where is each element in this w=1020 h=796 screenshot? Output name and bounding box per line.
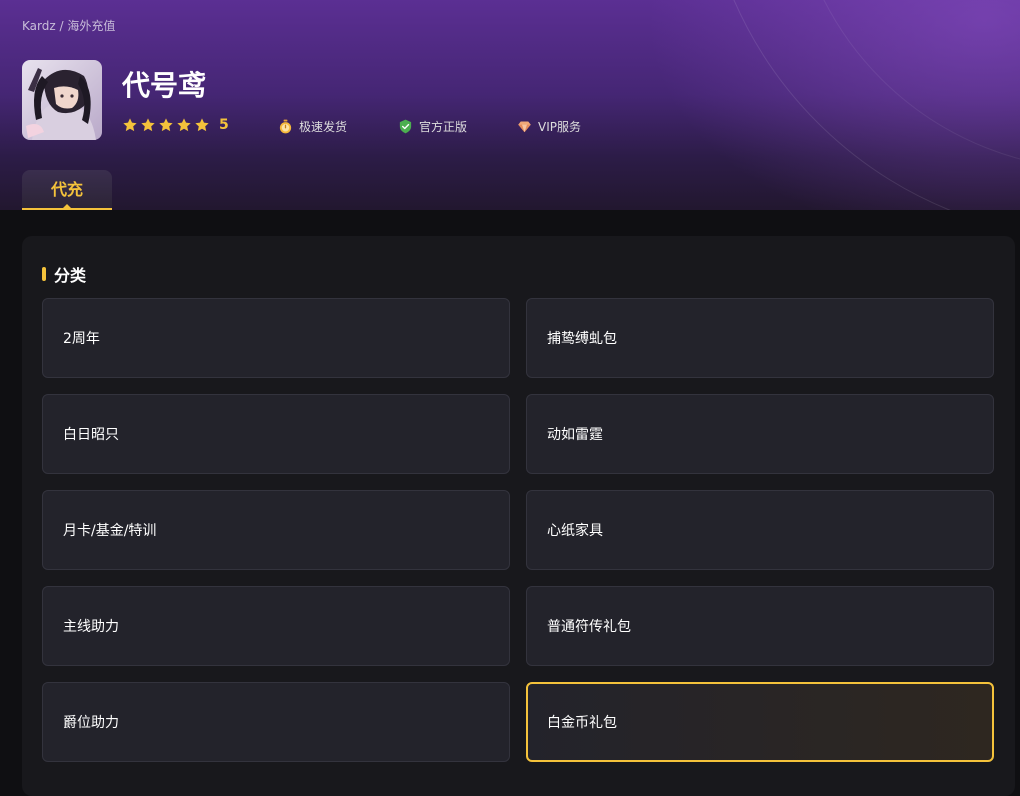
category-label: 爵位助力 [63, 715, 119, 731]
star-icon [123, 118, 137, 132]
category-label: 白金币礼包 [547, 715, 617, 731]
category-item[interactable]: 捕鸷缚虬包 [526, 298, 994, 378]
category-label: 普通符传礼包 [547, 619, 631, 635]
star-icon [177, 118, 191, 132]
star-icon [195, 118, 209, 132]
rating-value: 5 [219, 117, 229, 133]
category-label: 白日昭只 [63, 427, 119, 443]
section-title: 分类 [42, 262, 86, 286]
category-label: 主线助力 [63, 619, 119, 635]
category-label: 捕鸷缚虬包 [547, 331, 617, 347]
feature-fast-delivery: 极速发货 [278, 118, 347, 135]
category-item[interactable]: 普通符传礼包 [526, 586, 994, 666]
category-label: 动如雷霆 [547, 427, 603, 443]
category-label: 心纸家具 [547, 523, 603, 539]
game-avatar-art [22, 60, 102, 140]
category-item[interactable]: 白日昭只 [42, 394, 510, 474]
tab-active-indicator [63, 204, 71, 208]
feature-label: 极速发货 [299, 120, 348, 134]
category-panel: 分类 2周年 捕鸷缚虬包 白日昭只 动如雷霆 月卡/基金/特训 心纸家具 主线助… [22, 236, 1015, 796]
category-grid: 2周年 捕鸷缚虬包 白日昭只 动如雷霆 月卡/基金/特训 心纸家具 主线助力 普… [42, 298, 994, 762]
game-title: 代号鸢 [122, 69, 207, 102]
game-avatar [22, 60, 102, 140]
feature-official: 官方正版 [398, 118, 467, 135]
category-label: 月卡/基金/特训 [63, 523, 157, 539]
breadcrumb[interactable]: Kardz / 海外充值 [22, 17, 115, 34]
section-title-text: 分类 [54, 266, 87, 285]
feature-label: VIP服务 [538, 120, 581, 134]
category-label: 2周年 [63, 331, 100, 347]
category-item[interactable]: 心纸家具 [526, 490, 994, 570]
category-item[interactable]: 动如雷霆 [526, 394, 994, 474]
diamond-icon [518, 121, 531, 133]
category-item[interactable]: 2周年 [42, 298, 510, 378]
section-accent-bar [42, 267, 46, 281]
category-item[interactable]: 月卡/基金/特训 [42, 490, 510, 570]
star-icon [141, 118, 155, 132]
category-item-selected[interactable]: 白金币礼包 [526, 682, 994, 762]
feature-vip: VIP服务 [517, 118, 581, 135]
star-rating: 5 [122, 117, 229, 133]
feature-label: 官方正版 [419, 120, 468, 134]
category-item[interactable]: 主线助力 [42, 586, 510, 666]
game-header: Kardz / 海外充值 代号鸢 5 极速发货 官方正版 VIP服务 代充 [0, 0, 1020, 210]
tab-label: 代充 [50, 180, 83, 199]
shield-check-icon [399, 119, 412, 134]
tab-recharge[interactable]: 代充 [22, 170, 112, 210]
category-item[interactable]: 爵位助力 [42, 682, 510, 762]
star-icon [159, 118, 173, 132]
stopwatch-icon [279, 119, 292, 134]
